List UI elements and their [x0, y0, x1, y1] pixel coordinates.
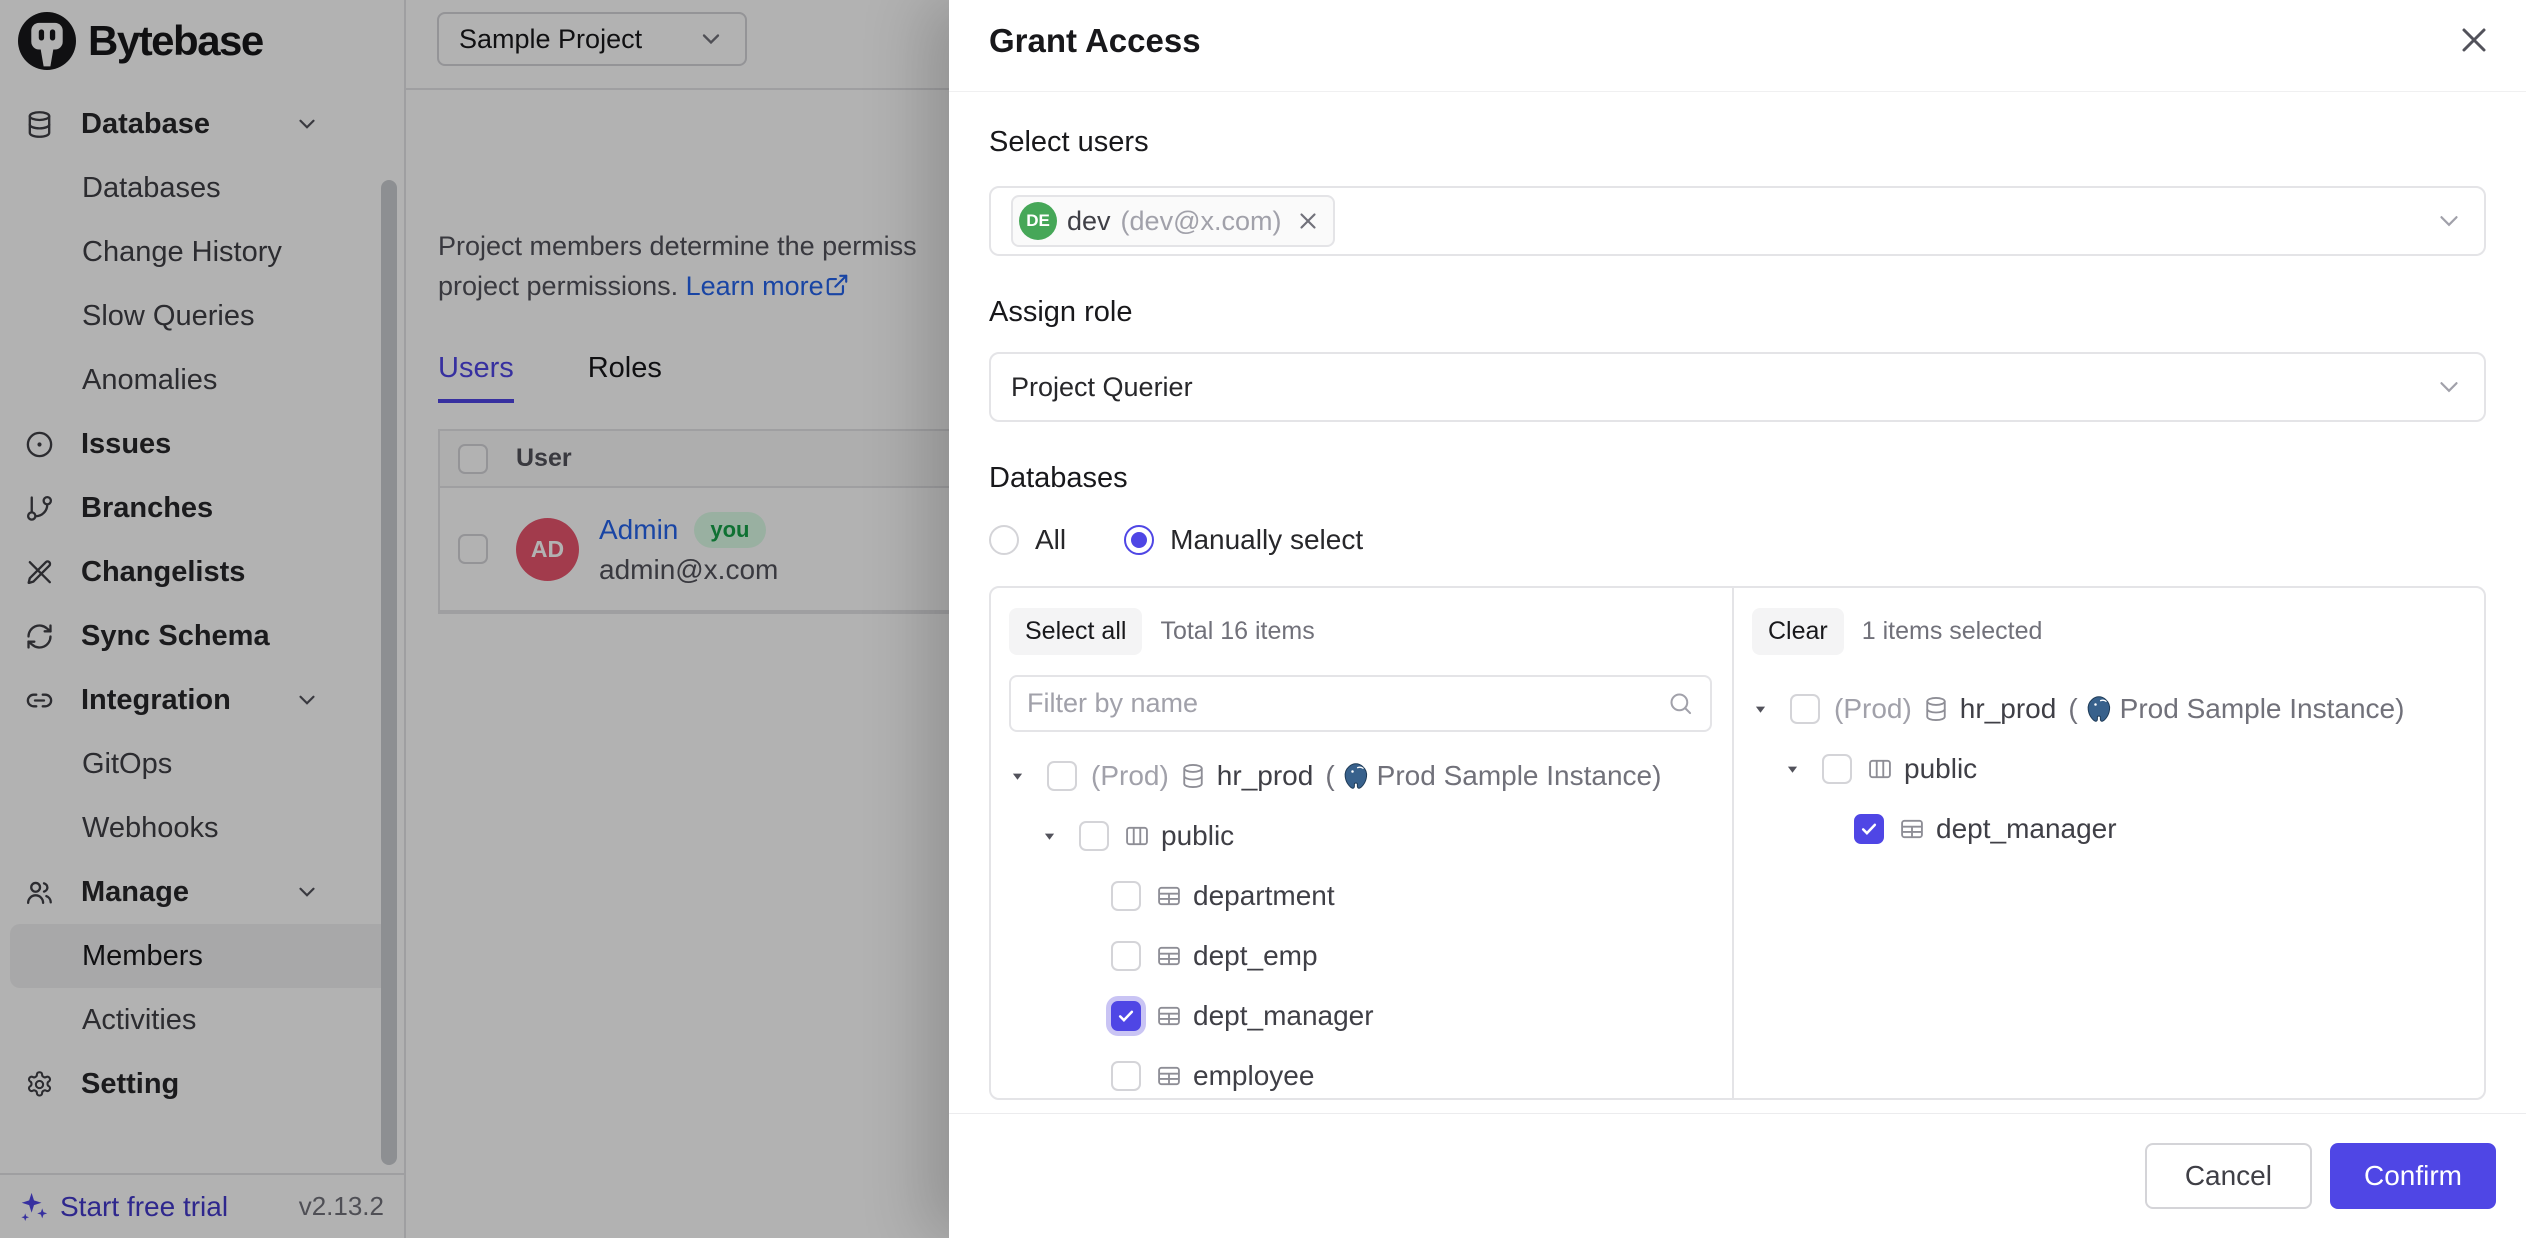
- caret-down-icon[interactable]: [1041, 828, 1079, 845]
- caret-down-icon[interactable]: [1752, 701, 1790, 718]
- assign-role-label: Assign role: [989, 296, 2486, 332]
- table-icon: [1155, 882, 1183, 910]
- tree-checkbox[interactable]: [1111, 881, 1141, 911]
- database-icon: [1922, 695, 1950, 723]
- database-source-panel: Select all Total 16 items (Prod) hr_prod…: [991, 588, 1734, 1098]
- table-icon: [1155, 1002, 1183, 1030]
- avatar: DE: [1019, 202, 1057, 240]
- tree-node-table[interactable]: employee: [1009, 1046, 1712, 1098]
- tree-checkbox[interactable]: [1790, 694, 1820, 724]
- confirm-button[interactable]: Confirm: [2330, 1143, 2496, 1209]
- chevron-down-icon: [2434, 206, 2464, 236]
- tree-node-database[interactable]: (Prod) hr_prod ( Prod Sample Instance): [1009, 746, 1712, 806]
- tree-node-table[interactable]: dept_manager: [1009, 986, 1712, 1046]
- tree-checkbox[interactable]: [1111, 941, 1141, 971]
- select-users-label: Select users: [989, 126, 2486, 162]
- search-icon: [1667, 690, 1694, 717]
- clear-button[interactable]: Clear: [1752, 608, 1844, 655]
- schema-icon: [1866, 755, 1894, 783]
- total-items-label: Total 16 items: [1160, 617, 1314, 646]
- tree-node-schema[interactable]: public: [1752, 739, 2464, 799]
- tree-checkbox[interactable]: [1047, 761, 1077, 791]
- users-multiselect[interactable]: DE dev (dev@x.com): [989, 186, 2486, 256]
- radio-circle: [989, 525, 1019, 555]
- tree-node-database[interactable]: (Prod) hr_prod ( Prod Sample Instance): [1752, 679, 2464, 739]
- databases-label: Databases: [989, 462, 2486, 498]
- postgresql-icon: [2084, 694, 2114, 724]
- source-tree: (Prod) hr_prod ( Prod Sample Instance) p…: [1009, 746, 1712, 1098]
- select-all-button[interactable]: Select all: [1009, 608, 1142, 655]
- modal-title: Grant Access: [989, 22, 2486, 60]
- modal-header: Grant Access: [949, 0, 2526, 92]
- tree-checkbox[interactable]: [1822, 754, 1852, 784]
- database-icon: [1179, 762, 1207, 790]
- remove-chip-icon[interactable]: [1295, 208, 1321, 234]
- caret-down-icon[interactable]: [1784, 761, 1822, 778]
- radio-manually-select[interactable]: Manually select: [1124, 524, 1363, 556]
- modal-footer: Cancel Confirm: [949, 1113, 2526, 1238]
- check-icon: [1859, 819, 1879, 839]
- database-transfer-panel: Select all Total 16 items (Prod) hr_prod…: [989, 586, 2486, 1100]
- table-icon: [1155, 1062, 1183, 1090]
- check-icon: [1116, 1006, 1136, 1026]
- role-select[interactable]: Project Querier: [989, 352, 2486, 422]
- cancel-button[interactable]: Cancel: [2145, 1143, 2312, 1209]
- grant-access-modal: Grant Access Select users DE dev (dev@x.…: [949, 0, 2526, 1238]
- tree-checkbox-checked[interactable]: [1111, 1001, 1141, 1031]
- tree-node-table[interactable]: department: [1009, 866, 1712, 926]
- selected-tree: (Prod) hr_prod ( Prod Sample Instance) p…: [1752, 679, 2464, 859]
- postgresql-icon: [1341, 761, 1371, 791]
- selected-user-chip: DE dev (dev@x.com): [1011, 195, 1335, 247]
- table-icon: [1898, 815, 1926, 843]
- database-scope-radios: All Manually select: [989, 522, 2486, 558]
- selected-count-label: 1 items selected: [1862, 617, 2043, 646]
- tree-node-table[interactable]: dept_emp: [1009, 926, 1712, 986]
- table-icon: [1155, 942, 1183, 970]
- modal-body: Select users DE dev (dev@x.com) Assign r…: [949, 92, 2526, 1113]
- schema-icon: [1123, 822, 1151, 850]
- tree-node-table[interactable]: dept_manager: [1752, 799, 2464, 859]
- close-icon[interactable]: [2454, 20, 2494, 60]
- tree-checkbox-checked[interactable]: [1854, 814, 1884, 844]
- tree-node-schema[interactable]: public: [1009, 806, 1712, 866]
- radio-all[interactable]: All: [989, 524, 1066, 556]
- tree-checkbox[interactable]: [1111, 1061, 1141, 1091]
- chevron-down-icon: [2434, 372, 2464, 402]
- filter-input-wrap: [1009, 675, 1712, 732]
- radio-circle-selected: [1124, 525, 1154, 555]
- caret-down-icon[interactable]: [1009, 768, 1047, 785]
- filter-input[interactable]: [1027, 688, 1667, 719]
- database-selected-panel: Clear 1 items selected (Prod) hr_prod ( …: [1734, 588, 2484, 1098]
- tree-checkbox[interactable]: [1079, 821, 1109, 851]
